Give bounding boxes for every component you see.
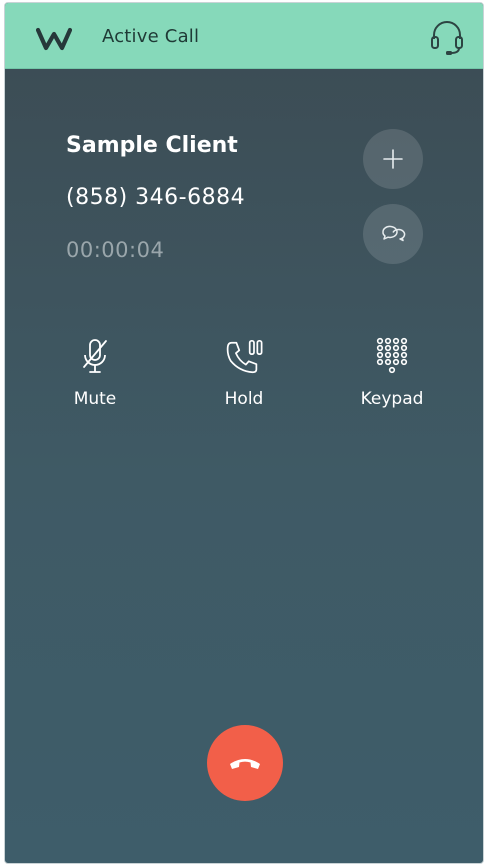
end-call-button[interactable] bbox=[207, 725, 283, 801]
add-call-button[interactable] bbox=[363, 129, 423, 189]
mute-label: Mute bbox=[73, 389, 117, 409]
mute-button[interactable]: Mute bbox=[35, 335, 155, 425]
headset-icon[interactable] bbox=[429, 19, 465, 57]
phone-hangup-icon bbox=[230, 759, 260, 769]
chat-bubbles-icon bbox=[382, 225, 406, 242]
client-phone-number: (858) 346-6884 bbox=[66, 185, 246, 210]
hold-button[interactable]: Hold bbox=[184, 335, 304, 425]
header-title: Active Call bbox=[102, 26, 200, 47]
hold-label: Hold bbox=[224, 389, 264, 409]
keypad-label: Keypad bbox=[360, 389, 424, 409]
header-bar: Active Call bbox=[5, 3, 483, 69]
call-duration: 00:00:04 bbox=[66, 238, 165, 262]
phone-pause-icon bbox=[226, 339, 263, 374]
microphone-muted-icon bbox=[83, 339, 107, 373]
message-button[interactable] bbox=[363, 204, 423, 264]
keypad-button[interactable]: Keypad bbox=[332, 335, 452, 425]
call-window: Active Call Sample Client (858) 346-6884… bbox=[4, 2, 484, 864]
client-name: Sample Client bbox=[66, 133, 238, 158]
w-logo-icon bbox=[36, 27, 72, 51]
keypad-icon bbox=[376, 337, 408, 374]
plus-icon bbox=[383, 149, 403, 169]
